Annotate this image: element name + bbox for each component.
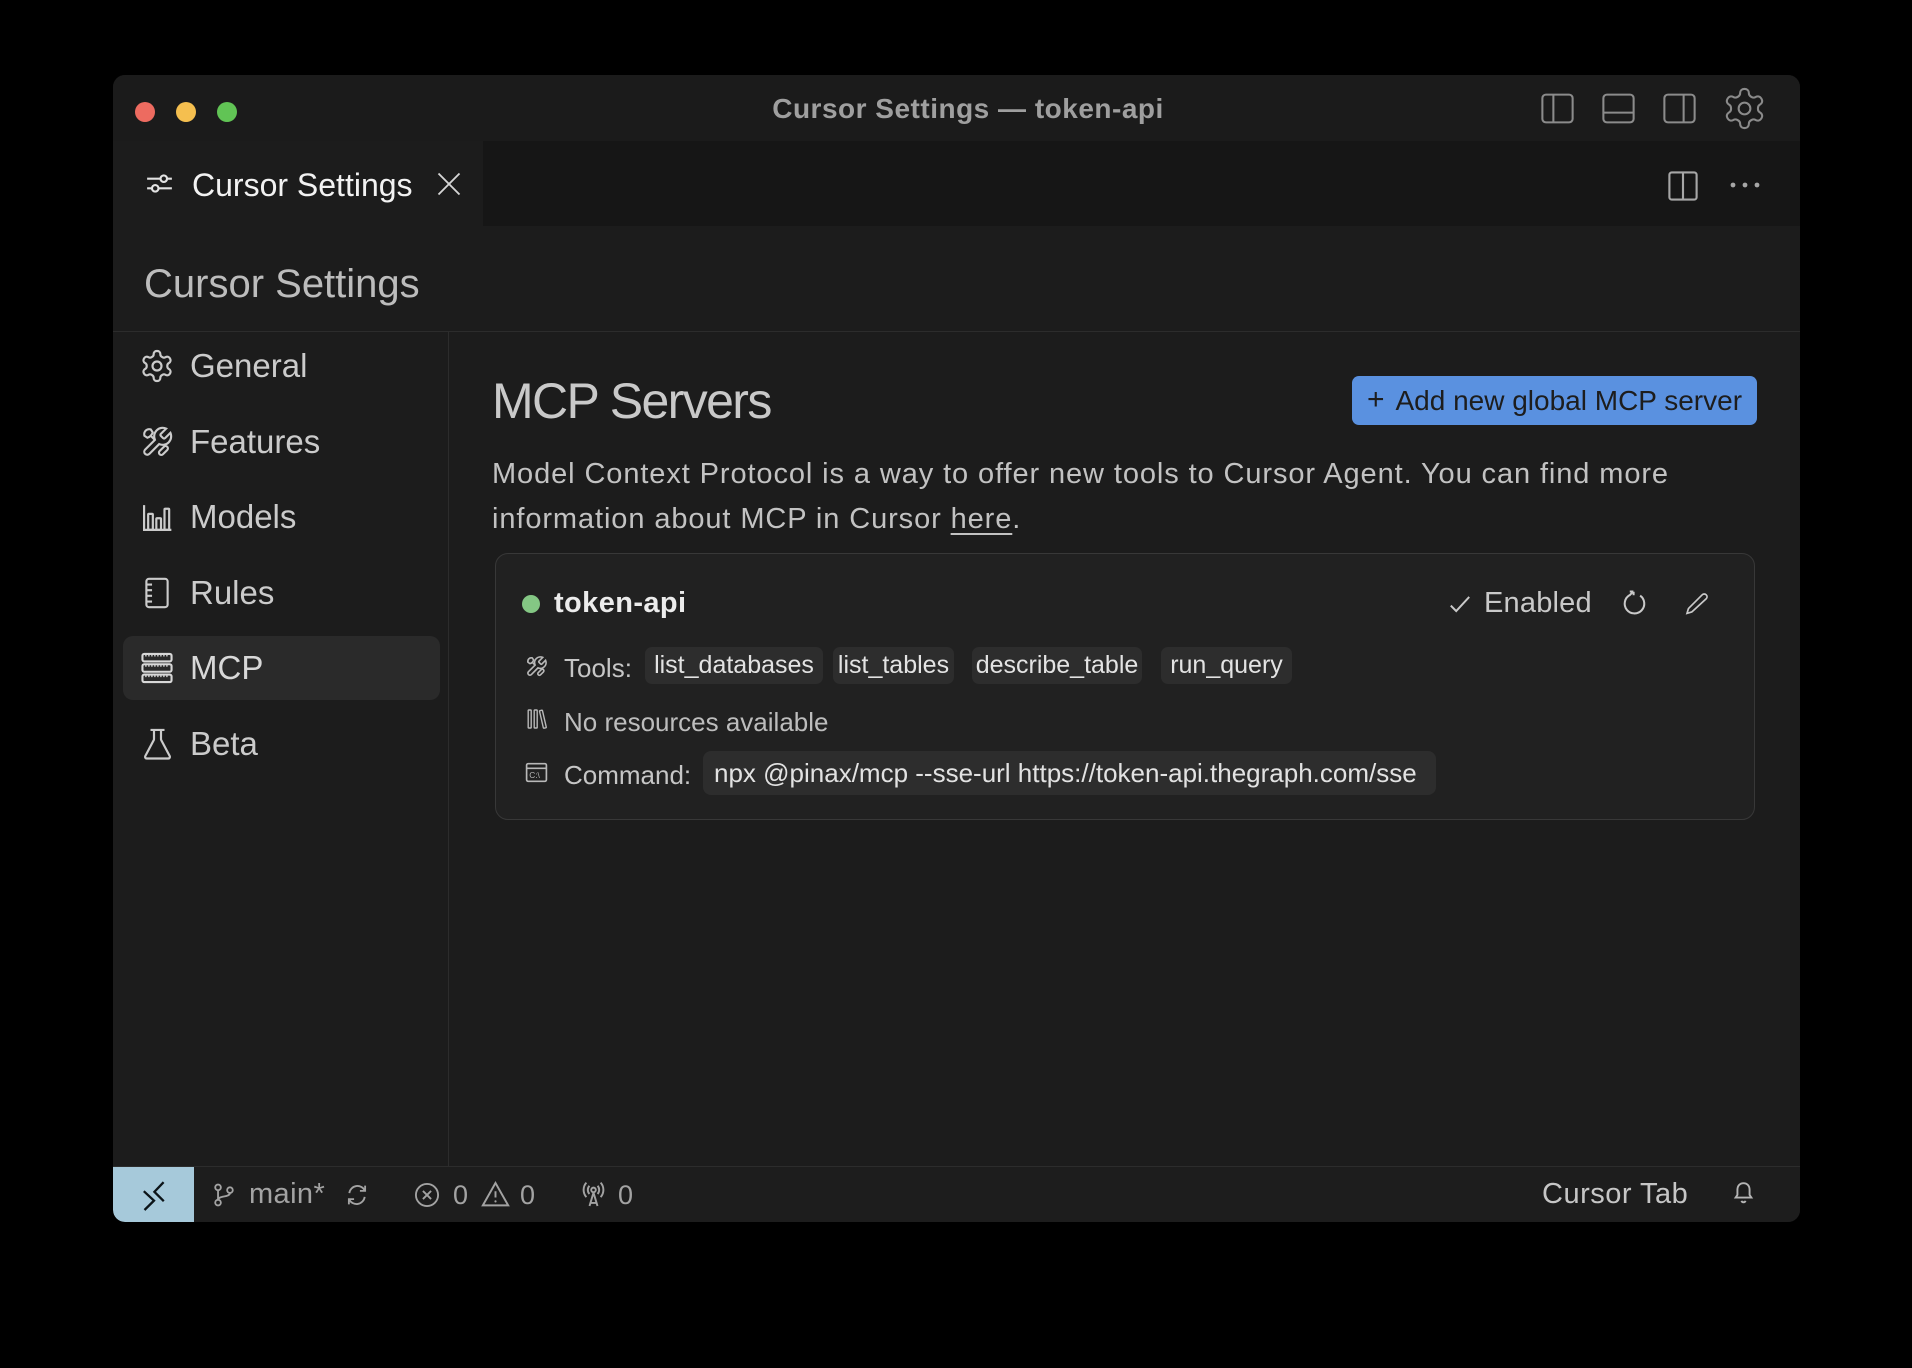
svg-text:C:\: C:\ (529, 770, 540, 780)
